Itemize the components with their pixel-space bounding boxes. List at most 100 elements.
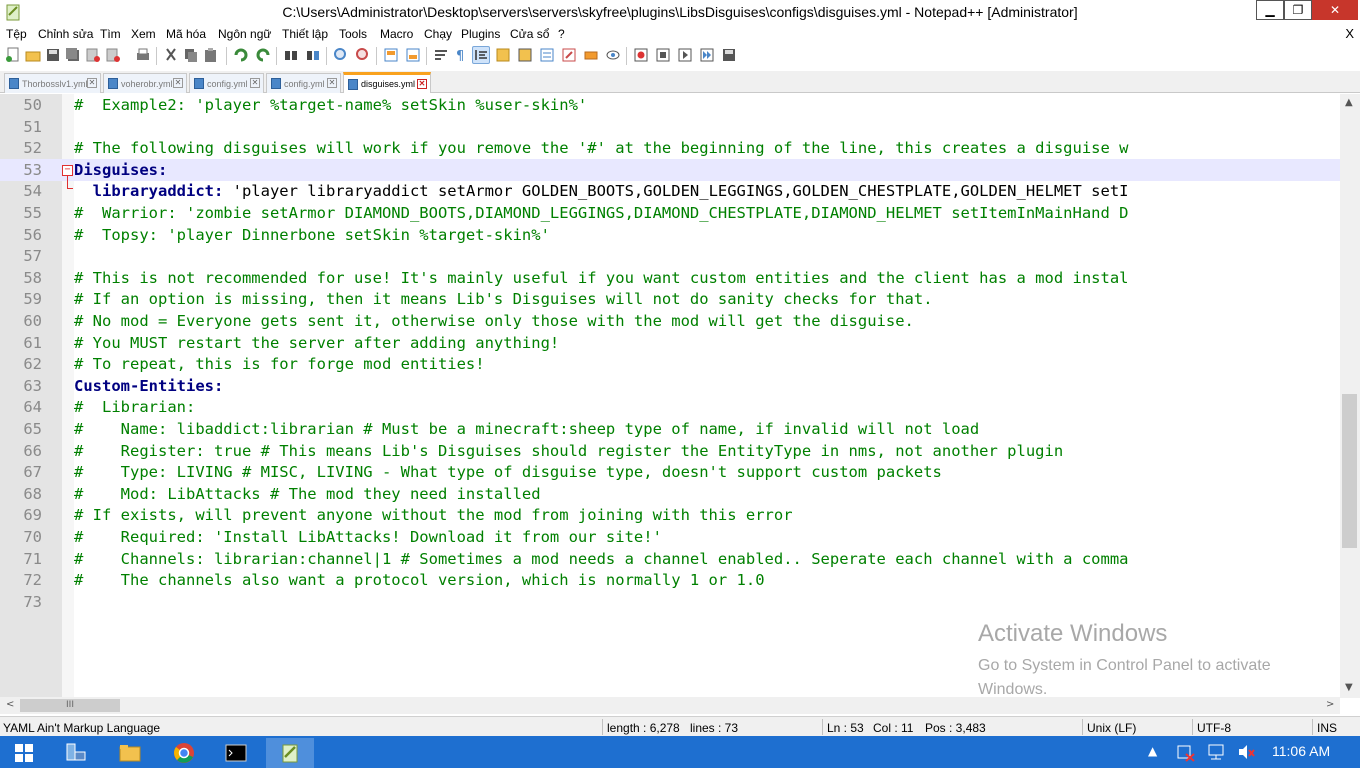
menu-encoding[interactable]: Mã hóa: [166, 27, 206, 41]
indent-guide-icon[interactable]: [472, 46, 490, 64]
tab-config-1[interactable]: config.yml ✕: [189, 73, 264, 93]
stop-macro-icon[interactable]: [654, 46, 672, 64]
code-line[interactable]: 66 # Register: true # This means Lib's Di…: [0, 440, 1340, 462]
file-explorer-button[interactable]: [106, 738, 154, 768]
menu-search[interactable]: Tìm: [100, 27, 121, 41]
open-file-icon[interactable]: [24, 46, 42, 64]
horizontal-scroll-thumb[interactable]: III: [20, 699, 120, 712]
code-line[interactable]: 63 Custom-Entities:: [0, 375, 1340, 397]
close-file-icon[interactable]: [84, 46, 102, 64]
save-icon[interactable]: [44, 46, 62, 64]
copy-icon[interactable]: [182, 46, 200, 64]
volume-muted-icon[interactable]: [1236, 742, 1256, 762]
tab-close-icon[interactable]: ✕: [173, 78, 183, 88]
code-line[interactable]: 54 libraryaddict: 'player libraryaddict …: [0, 180, 1340, 202]
vertical-scroll-thumb[interactable]: [1342, 394, 1357, 548]
code-line[interactable]: 50 # Example2: 'player %target-name% setS…: [0, 94, 1340, 116]
code-line[interactable]: 69 # If exists, will prevent anyone witho…: [0, 504, 1340, 526]
tab-close-icon[interactable]: ✕: [327, 78, 337, 88]
fold-toggle-icon[interactable]: −: [62, 164, 73, 176]
zoom-out-icon[interactable]: [354, 46, 372, 64]
code-line[interactable]: 62 # To repeat, this is for forge mod ent…: [0, 353, 1340, 375]
scroll-down-icon[interactable]: ▼: [1345, 682, 1353, 693]
menu-tools[interactable]: Tools: [339, 27, 367, 41]
menu-file[interactable]: Tệp: [6, 27, 27, 41]
tab-thorbosslv1[interactable]: Thorbosslv1.yml ✕: [4, 73, 101, 93]
find-icon[interactable]: [282, 46, 300, 64]
code-line[interactable]: 73: [0, 591, 1340, 613]
menu-view[interactable]: Xem: [131, 27, 156, 41]
close-button[interactable]: ✕: [1312, 0, 1358, 20]
start-button[interactable]: [0, 738, 48, 768]
print-icon[interactable]: [134, 46, 152, 64]
record-macro-icon[interactable]: [632, 46, 650, 64]
code-line[interactable]: 59 # If an option is missing, then it mea…: [0, 288, 1340, 310]
undo-icon[interactable]: [232, 46, 250, 64]
cut-icon[interactable]: [162, 46, 180, 64]
scroll-right-icon[interactable]: >: [1326, 699, 1334, 710]
folder-workspace-icon[interactable]: [560, 46, 578, 64]
tab-disguises[interactable]: disguises.yml ✕: [343, 72, 431, 93]
code-line[interactable]: 52 # The following disguises will work if…: [0, 137, 1340, 159]
chrome-button[interactable]: [160, 738, 208, 768]
redo-icon[interactable]: [254, 46, 272, 64]
code-line[interactable]: 65 # Name: libaddict:librarian # Must be …: [0, 418, 1340, 440]
code-line[interactable]: 70 # Required: 'Install LibAttacks! Downl…: [0, 526, 1340, 548]
menu-window[interactable]: Cửa sổ: [510, 27, 549, 41]
menu-language[interactable]: Ngôn ngữ: [218, 27, 271, 41]
tab-close-icon[interactable]: ✕: [87, 78, 97, 88]
zoom-in-icon[interactable]: [332, 46, 350, 64]
code-line[interactable]: 71 # Channels: librarian:channel|1 # Some…: [0, 548, 1340, 570]
maximize-button[interactable]: ❐: [1284, 0, 1312, 20]
code-line[interactable]: 55 # Warrior: 'zombie setArmor DIAMOND_BO…: [0, 202, 1340, 224]
code-line[interactable]: 57: [0, 245, 1340, 267]
new-file-icon[interactable]: [4, 46, 22, 64]
sync-vertical-icon[interactable]: [382, 46, 400, 64]
notepadpp-taskbar-button[interactable]: [266, 738, 314, 768]
menu-run[interactable]: Chạy: [424, 27, 452, 41]
tab-close-icon[interactable]: ✕: [417, 79, 427, 89]
minimize-button[interactable]: ▁: [1256, 0, 1284, 20]
taskbar-clock[interactable]: 11:06 AM: [1272, 743, 1330, 759]
code-line[interactable]: 58 # This is not recommended for use! It'…: [0, 267, 1340, 289]
paste-icon[interactable]: [202, 46, 220, 64]
save-all-icon[interactable]: [64, 46, 82, 64]
action-center-icon[interactable]: [1176, 742, 1196, 762]
play-macro-icon[interactable]: [676, 46, 694, 64]
menu-macro[interactable]: Macro: [380, 27, 413, 41]
sync-horizontal-icon[interactable]: [404, 46, 422, 64]
close-document-x[interactable]: X: [1345, 26, 1354, 41]
code-line[interactable]: 51: [0, 116, 1340, 138]
code-line[interactable]: 56 # Topsy: 'player Dinnerbone setSkin %t…: [0, 224, 1340, 246]
tab-config-2[interactable]: config.yml ✕: [266, 73, 341, 93]
menu-plugins[interactable]: Plugins: [461, 27, 500, 41]
code-line[interactable]: 72 # The channels also want a protocol ve…: [0, 569, 1340, 591]
close-all-icon[interactable]: [104, 46, 122, 64]
run-macro-multiple-icon[interactable]: [698, 46, 716, 64]
code-line[interactable]: 68 # Mod: LibAttacks # The mod they need …: [0, 483, 1340, 505]
preview-eye-icon[interactable]: [604, 46, 622, 64]
menu-settings[interactable]: Thiết lập: [282, 27, 328, 41]
tray-overflow-icon[interactable]: ▲: [1148, 744, 1157, 758]
show-all-chars-icon[interactable]: ¶: [452, 46, 470, 64]
replace-icon[interactable]: [304, 46, 322, 64]
vertical-scrollbar[interactable]: ▲ ▼: [1340, 94, 1360, 698]
udl-icon[interactable]: [494, 46, 512, 64]
doc-map-icon[interactable]: [516, 46, 534, 64]
network-icon[interactable]: [1206, 742, 1226, 762]
word-wrap-icon[interactable]: [432, 46, 450, 64]
server-manager-button[interactable]: [52, 738, 100, 768]
menu-help[interactable]: ?: [558, 27, 565, 41]
code-line[interactable]: 53 Disguises: −: [0, 158, 1340, 181]
tab-close-icon[interactable]: ✕: [250, 78, 260, 88]
code-line[interactable]: 67 # Type: LIVING # MISC, LIVING - What t…: [0, 461, 1340, 483]
monitoring-icon[interactable]: [582, 46, 600, 64]
code-line[interactable]: 61 # You MUST restart the server after ad…: [0, 332, 1340, 354]
function-list-icon[interactable]: [538, 46, 556, 64]
cmd-button[interactable]: [212, 738, 260, 768]
editor[interactable]: 50 # Example2: 'player %target-name% setS…: [0, 94, 1360, 698]
code-line[interactable]: 64 # Librarian:: [0, 396, 1340, 418]
scroll-left-icon[interactable]: <: [6, 699, 14, 710]
scroll-up-icon[interactable]: ▲: [1345, 97, 1353, 108]
code-line[interactable]: 60 # No mod = Everyone gets sent it, othe…: [0, 310, 1340, 332]
